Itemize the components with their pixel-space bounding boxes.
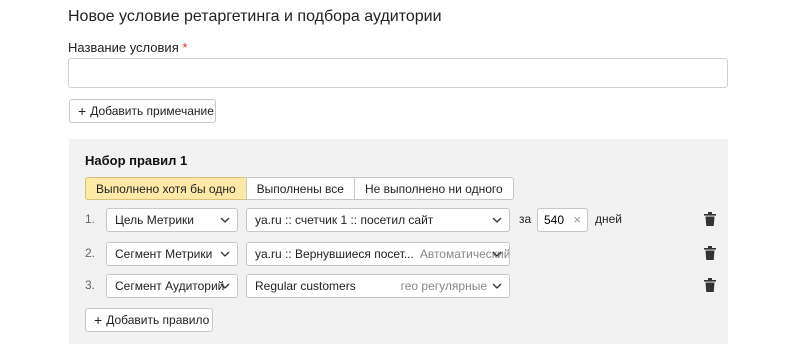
rule-type-select[interactable]: Сегмент Метрики [106, 242, 238, 266]
add-rule-button[interactable]: + Добавить правило [85, 308, 213, 332]
rule-type-value: Цель Метрики [115, 213, 194, 227]
mode-option-none[interactable]: Не выполнено ни одного [353, 177, 514, 200]
condition-name-input[interactable] [68, 58, 728, 88]
rule-row: 2. Сегмент Метрики ya.ru :: Вернувшиеся … [85, 242, 716, 266]
condition-name-label-text: Название условия [68, 40, 179, 55]
chevron-down-icon [220, 251, 230, 257]
required-mark: * [182, 40, 188, 55]
trash-icon[interactable] [704, 278, 716, 292]
condition-name-label: Название условия * [68, 40, 187, 55]
period-prefix: за [519, 212, 532, 226]
chevron-down-icon [492, 283, 502, 289]
ruleset-title: Набор правил 1 [85, 153, 188, 168]
add-note-label: Добавить примечание [90, 104, 214, 118]
chevron-down-icon [220, 283, 230, 289]
rule-type-value: Сегмент Аудиторий [115, 279, 225, 293]
days-unit-label: дней [595, 212, 623, 226]
rule-type-select[interactable]: Цель Метрики [106, 208, 238, 232]
trash-icon[interactable] [704, 246, 716, 260]
rule-value-select[interactable]: Regular customers гео регулярные [246, 274, 510, 298]
days-value: 540 [544, 213, 565, 227]
mode-option-all[interactable]: Выполнены все [245, 177, 355, 200]
add-rule-label: Добавить правило [106, 313, 210, 327]
ruleset-mode-switch: Выполнено хотя бы одно Выполнены все Не … [85, 177, 514, 200]
rule-row: 1. Цель Метрики ya.ru :: счетчик 1 :: по… [85, 208, 716, 232]
rule-type-select[interactable]: Сегмент Аудиторий [106, 274, 238, 298]
mode-option-at-least-one[interactable]: Выполнено хотя бы одно [85, 177, 247, 200]
rule-value-select[interactable]: ya.ru :: счетчик 1 :: посетил сайт [246, 208, 510, 232]
trash-icon[interactable] [704, 212, 716, 226]
rule-number: 3. [85, 278, 96, 292]
page-title: Новое условие ретаргетинга и подбора ауд… [68, 8, 442, 25]
rule-number: 1. [85, 212, 96, 226]
rule-number: 2. [85, 246, 96, 260]
plus-icon: + [94, 312, 103, 328]
rule-row: 3. Сегмент Аудиторий Regular customers г… [85, 274, 716, 298]
days-input[interactable]: 540 × [537, 208, 588, 232]
chevron-down-icon [492, 251, 502, 257]
rule-value-text: ya.ru :: Вернувшиеся посет... [255, 247, 414, 261]
ruleset-panel: Набор правил 1 Выполнено хотя бы одно Вы… [69, 139, 728, 344]
rule-value-extra: гео регулярные [400, 279, 487, 293]
rule-value-text: ya.ru :: счетчик 1 :: посетил сайт [255, 213, 434, 227]
add-note-button[interactable]: + Добавить примечание [69, 99, 216, 123]
clear-icon[interactable]: × [573, 212, 581, 227]
rule-value-select[interactable]: ya.ru :: Вернувшиеся посет... Автоматиче… [246, 242, 510, 266]
rule-value-text: Regular customers [255, 279, 356, 293]
rule-type-value: Сегмент Метрики [115, 247, 213, 261]
plus-icon: + [78, 103, 87, 119]
chevron-down-icon [220, 217, 230, 223]
chevron-down-icon [492, 217, 502, 223]
